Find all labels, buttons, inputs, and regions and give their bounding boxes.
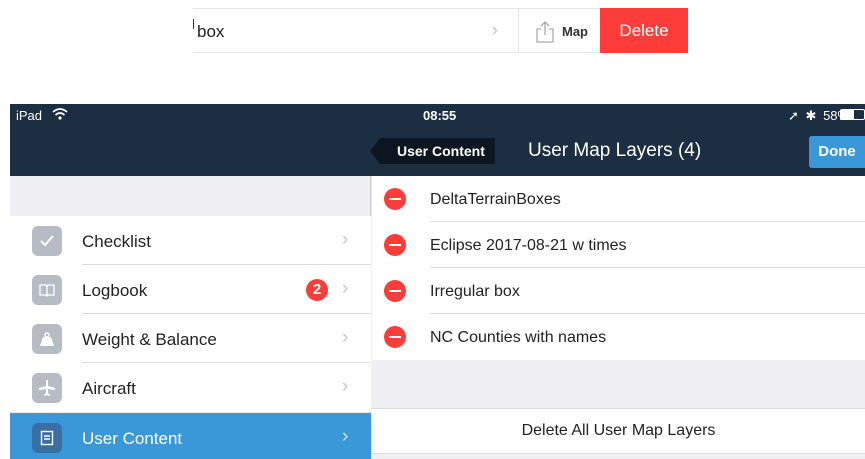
bluetooth-icon: ✱ [805,108,817,123]
chevron-right-icon: › [342,229,349,250]
sidebar-item-label: Aircraft [82,379,136,398]
delete-minus-icon[interactable] [384,326,406,348]
cut-edge-mark [193,19,194,29]
layer-name: DeltaTerrainBoxes [430,191,561,208]
share-icon [536,21,554,43]
navigation-bar: User Content User Map Layers (4) Done [10,126,865,176]
delete-button[interactable]: Delete [600,8,688,53]
list-item[interactable]: NC Counties with names [372,314,865,360]
document-icon [40,430,54,446]
layer-name: NC Counties with names [430,329,607,346]
device-label: iPad [16,108,43,123]
sidebar-item-weight-balance[interactable]: Weight & Balance › [10,314,371,363]
swiped-cell-label: box [197,22,225,41]
sidebar-item-label: Checklist [82,232,151,251]
weight-icon [40,332,54,346]
clock: 08:55 [423,108,457,123]
book-icon [39,284,55,297]
sidebar-item-label: Logbook [82,281,148,300]
status-bar: iPad 08:55 ➚ ✱ 58% [10,104,865,126]
back-button-label: User Content [397,143,485,159]
swiped-table-cell[interactable]: box › [193,8,518,53]
airplane-icon [39,380,55,396]
page-title: User Map Layers (4) [528,140,702,161]
delete-all-button[interactable]: Delete All User Map Layers [372,408,865,454]
user-map-layers-list: DeltaTerrainBoxes Eclipse 2017-08-21 w t… [372,176,865,459]
sidebar-item-user-content[interactable]: User Content › [10,413,371,459]
layer-name: Eclipse 2017-08-21 w times [430,237,627,254]
sidebar-item-aircraft[interactable]: Aircraft › [10,363,371,412]
chevron-right-icon: › [491,20,498,41]
user-content-icon-tile [32,423,62,453]
chevron-right-icon: › [342,278,349,299]
ipad-screen: iPad 08:55 ➚ ✱ 58% User Content User Map… [10,104,865,459]
layer-name: Irregular box [430,283,520,300]
sidebar: Checklist › Logbook 2 › Weight & Balance… [10,176,371,459]
checklist-icon-tile [32,226,62,256]
weight-icon-tile [32,324,62,354]
share-to-map-button[interactable]: Map [518,8,600,53]
map-button-label: Map [562,24,588,39]
swipe-delete-example: box › Map Delete [193,8,688,53]
delete-minus-icon[interactable] [384,280,406,302]
chevron-right-icon: › [342,327,349,348]
delete-minus-icon[interactable] [384,234,406,256]
chevron-right-icon: › [342,376,349,397]
location-arrow-icon: ➚ [788,108,799,123]
delete-minus-icon[interactable] [384,188,406,210]
sidebar-item-logbook[interactable]: Logbook 2 › [10,265,371,314]
notification-badge: 2 [306,279,328,301]
checkmark-icon [40,235,54,247]
chevron-right-icon: › [342,426,349,447]
sidebar-item-label: User Content [82,429,183,448]
list-item[interactable]: Eclipse 2017-08-21 w times [372,222,865,268]
done-button[interactable]: Done [809,136,865,168]
wifi-icon [52,108,68,120]
logbook-icon-tile [32,275,62,305]
battery-icon [840,109,865,120]
aircraft-icon-tile [32,373,62,403]
list-item[interactable]: Irregular box [372,268,865,314]
list-item[interactable]: DeltaTerrainBoxes [372,176,865,222]
back-button[interactable]: User Content [370,138,495,164]
sidebar-item-checklist[interactable]: Checklist › [10,216,371,265]
sidebar-item-label: Weight & Balance [82,330,217,349]
back-arrow-icon [370,138,380,164]
sidebar-header [10,126,371,176]
